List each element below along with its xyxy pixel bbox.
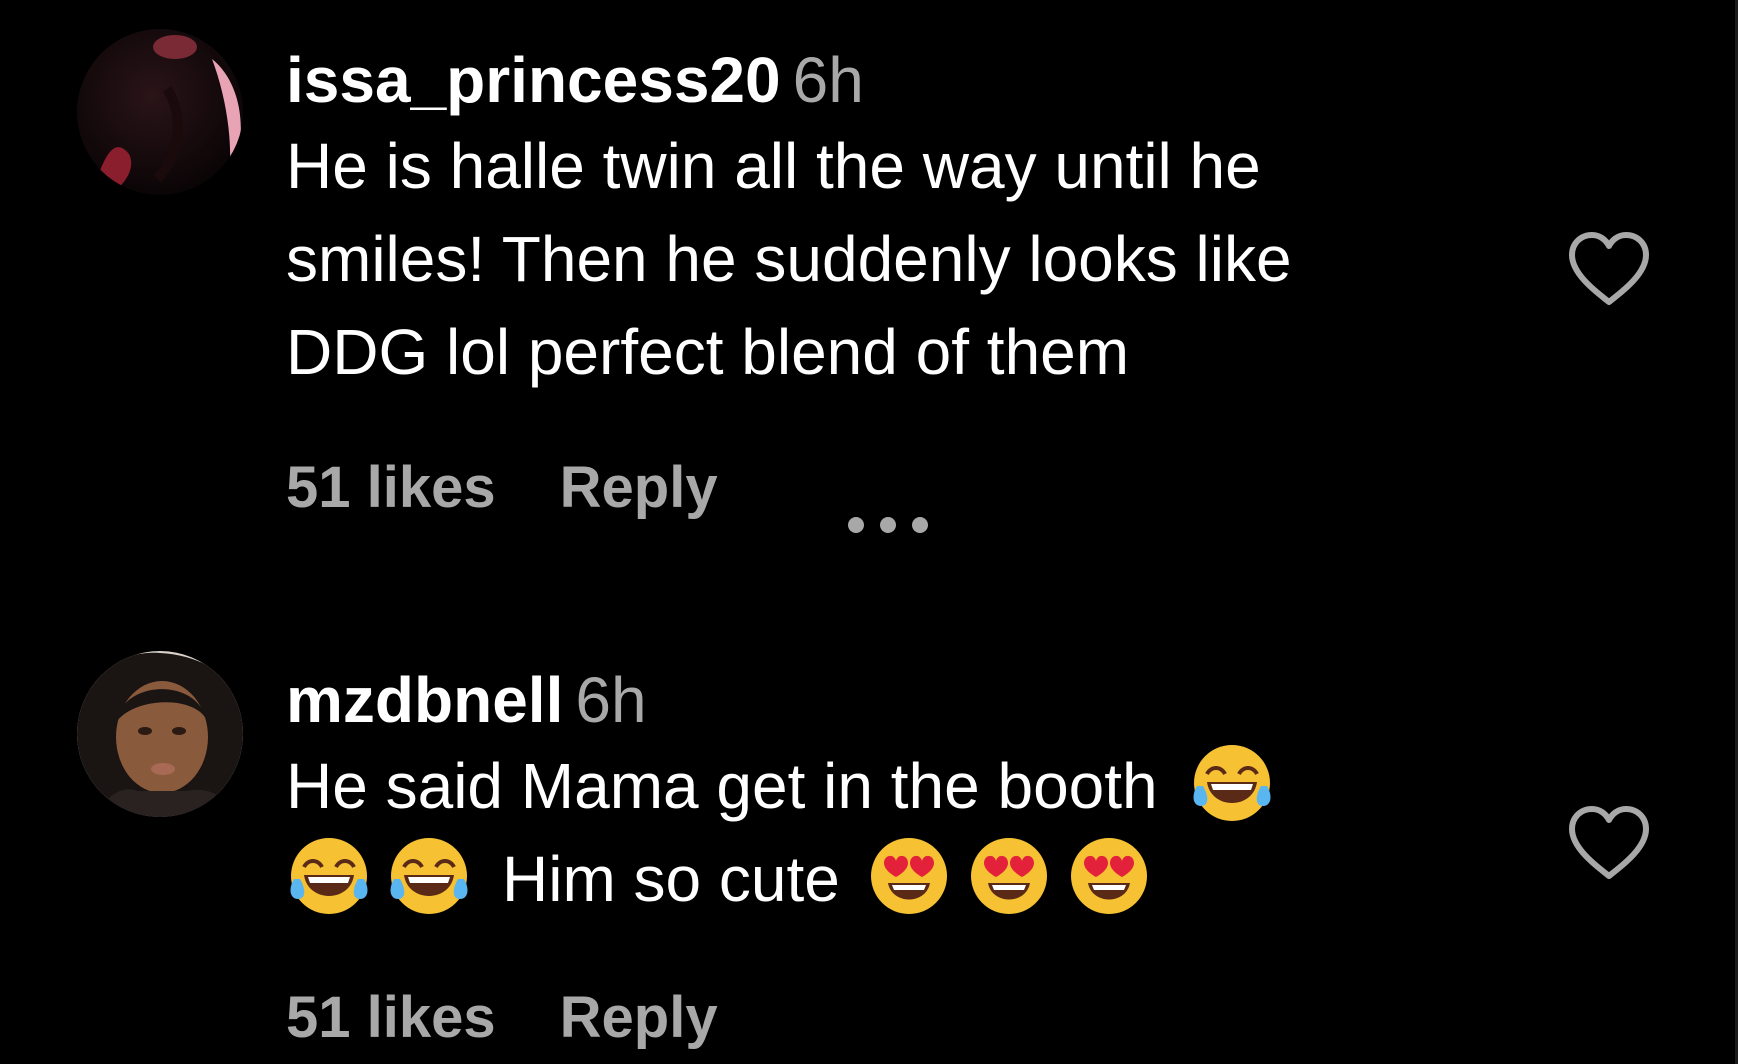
comment-item: mzdbnell 6h He said Mama get in the booth	[0, 620, 1738, 1064]
tears-of-joy-emoji-icon	[386, 833, 472, 919]
comment-text: Him so cute	[502, 843, 840, 915]
heart-eyes-emoji-icon	[1066, 833, 1152, 919]
comment-text-line: smiles! Then he suddenly looks like	[286, 223, 1292, 295]
reply-button[interactable]: Reply	[560, 455, 718, 520]
heart-eyes-emoji-icon	[966, 833, 1052, 919]
comment-actions: 51 likes Reply	[286, 448, 930, 533]
tears-of-joy-emoji-icon	[286, 833, 372, 919]
like-count[interactable]: 51 likes	[286, 985, 496, 1050]
like-count[interactable]: 51 likes	[286, 455, 496, 520]
comment-body: mzdbnell 6h He said Mama get in the booth	[286, 660, 1486, 926]
timestamp: 6h	[575, 664, 647, 736]
heart-eyes-emoji-icon	[866, 833, 952, 919]
comment-body: issa_princess20 6h He is halle twin all t…	[286, 40, 1486, 399]
comment-text-line: He is halle twin all the way until he	[286, 130, 1261, 202]
more-options-icon[interactable]	[846, 476, 930, 533]
avatar[interactable]	[77, 651, 243, 817]
comment-item: issa_princess20 6h He is halle twin all t…	[0, 0, 1738, 560]
username[interactable]: mzdbnell	[286, 664, 563, 736]
heart-icon[interactable]	[1566, 230, 1652, 308]
comment-header: issa_princess20 6h	[286, 40, 1486, 120]
comment-text-line: Him so cute	[286, 833, 1486, 926]
timestamp: 6h	[792, 44, 864, 116]
heart-icon[interactable]	[1566, 804, 1652, 882]
comment-header: mzdbnell 6h	[286, 660, 1486, 740]
comment-text-line: He said Mama get in the booth	[286, 740, 1486, 833]
comment-text-line: DDG lol perfect blend of them	[286, 316, 1130, 388]
comment-text: He said Mama get in the booth	[286, 750, 1158, 822]
avatar[interactable]	[77, 29, 243, 195]
reply-button[interactable]: Reply	[560, 985, 718, 1050]
comment-actions: 51 likes Reply	[286, 978, 718, 1058]
tears-of-joy-emoji-icon	[1189, 740, 1275, 826]
username[interactable]: issa_princess20	[286, 44, 781, 116]
